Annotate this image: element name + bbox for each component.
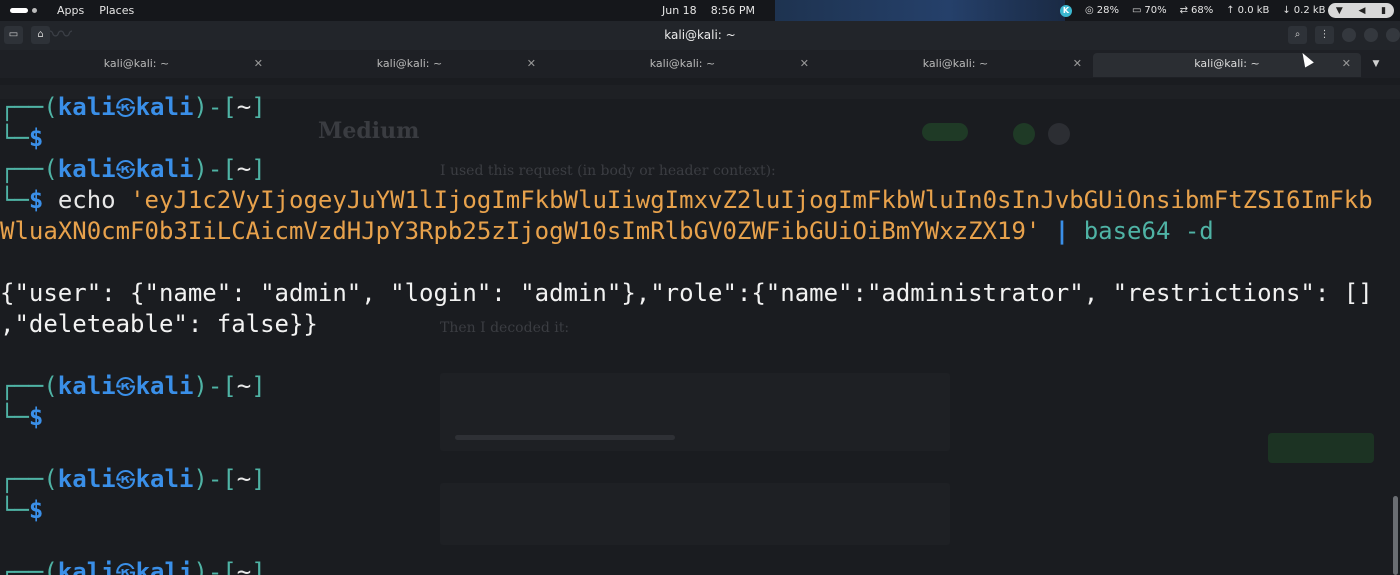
terminal-output[interactable]: Medium I used this request (in body or h… [0, 78, 1400, 575]
tab-3[interactable]: kali@kali: ~ ✕ [546, 50, 819, 78]
tab-5-active[interactable]: kali@kali: ~ ✕ [1093, 53, 1361, 77]
kali-skull-icon: ㉿ [115, 158, 136, 182]
tab-close-icon[interactable]: ✕ [527, 50, 536, 78]
places-menu[interactable]: Places [99, 4, 134, 17]
clock-date: Jun 18 [662, 4, 697, 17]
workspace-switcher[interactable] [10, 8, 37, 13]
tab-2[interactable]: kali@kali: ~ ✕ [273, 50, 546, 78]
decoded-output-line: ,"deleteable": false}} [0, 310, 318, 338]
prompt-input-line: └─$ [0, 403, 44, 431]
kebab-menu-icon[interactable]: ⋮ [1315, 26, 1334, 44]
kali-logo-icon[interactable]: K [1060, 4, 1072, 17]
tab-close-icon[interactable]: ✕ [1073, 50, 1082, 78]
tab-1[interactable]: kali@kali: ~ ✕ [0, 50, 273, 78]
maximize-button[interactable] [1364, 28, 1378, 42]
search-icon[interactable]: ⌕ [1288, 26, 1307, 44]
command-line-wrap: WluaXN0cmF0b3IiLCAicmVzdHJpY3Rpb25zIjogW… [0, 217, 1214, 245]
arrow-down-icon: ↓ [1282, 5, 1291, 16]
prompt-line: ┌──(kali㉿kali)-[~] [0, 465, 266, 493]
tab-label: kali@kali: ~ [376, 57, 443, 70]
prompt-line: ┌──(kali㉿kali)-[~] [0, 372, 266, 400]
desktop-screen: Apps Places Jun 18 8:56 PM K ◎ 28% ▭ 70% ⇄… [0, 0, 1400, 575]
tab-4[interactable]: kali@kali: ~ ✕ [819, 50, 1092, 78]
prompt-line: ┌──(kali㉿kali)-[~] [0, 557, 1400, 575]
minimize-button[interactable] [1342, 28, 1356, 42]
terminal-lines: ┌──(kali㉿kali)-[~] └─$ ┌──(kali㉿kali)-[~… [0, 92, 1400, 575]
arrow-up-icon: ↑ [1226, 5, 1235, 16]
workspace-dot[interactable] [32, 8, 37, 13]
network-upload: ↑ 0.0 kB [1226, 5, 1270, 16]
close-button[interactable] [1386, 28, 1400, 42]
swap-icon: ⇄ [1179, 5, 1189, 16]
terminal-scrollbar[interactable] [1393, 496, 1398, 575]
system-top-panel: Apps Places Jun 18 8:56 PM K ◎ 28% ▭ 70% ⇄… [0, 0, 1400, 21]
tab-list-dropdown-icon[interactable]: ▼ [1361, 50, 1391, 78]
cpu-icon: ◎ [1085, 5, 1094, 16]
tab-label: kali@kali: ~ [103, 57, 170, 70]
wifi-icon: ▼ [1335, 5, 1343, 16]
prompt-line: ┌──(kali㉿kali)-[~] [0, 155, 266, 183]
clock[interactable]: Jun 18 8:56 PM [662, 0, 755, 21]
command-line: └─$ echo 'eyJ1c2VyIjogeyJuYW1lIjogImFkbW… [0, 186, 1373, 214]
tab-bar: kali@kali: ~ ✕ kali@kali: ~ ✕ kali@kali:… [0, 50, 1400, 78]
tab-close-icon[interactable]: ✕ [254, 50, 263, 78]
kali-skull-icon: ㉿ [115, 468, 136, 492]
kali-skull-icon: ㉿ [115, 375, 136, 399]
kali-skull-icon: ㉿ [115, 96, 136, 120]
panel-wallpaper-strip [775, 0, 1065, 21]
workspace-active-indicator[interactable] [10, 8, 28, 13]
tab-close-icon[interactable]: ✕ [1342, 53, 1351, 75]
decoded-output-line: {"user": {"name": "admin", "login": "adm… [0, 279, 1373, 307]
apps-menu[interactable]: Apps [57, 4, 84, 17]
battery-icon: ▮ [1381, 5, 1387, 16]
prompt-input-line: └─$ [0, 124, 44, 152]
network-download: ↓ 0.2 kB [1282, 5, 1326, 16]
tab-label: kali@kali: ~ [649, 57, 716, 70]
volume-icon: ◀ [1358, 5, 1366, 16]
memory-icon: ▭ [1131, 5, 1142, 16]
kali-skull-icon: ㉿ [115, 561, 136, 575]
prompt-line: ┌──(kali㉿kali)-[~] [0, 93, 266, 121]
terminal-titlebar[interactable]: ▭ ⌂ 〰 kali@kali: ~ ⌕ ⋮ [0, 21, 1400, 50]
system-tray[interactable]: ▼ ◀ ▮ [1328, 3, 1394, 18]
cpu-usage: ◎ 28% [1085, 5, 1119, 16]
clock-time: 8:56 PM [710, 4, 756, 17]
window-title: kali@kali: ~ [664, 28, 736, 42]
memory-usage: ▭ 70% [1131, 5, 1167, 16]
swap-usage: ⇄ 68% [1179, 5, 1214, 16]
prompt-input-line: └─$ [0, 496, 44, 524]
tab-label: kali@kali: ~ [1194, 57, 1260, 70]
tab-close-icon[interactable]: ✕ [800, 50, 809, 78]
tab-label: kali@kali: ~ [922, 57, 989, 70]
system-monitor: K ◎ 28% ▭ 70% ⇄ 68% ↑ 0.0 kB ↓ 0.2 kB [1060, 0, 1326, 21]
